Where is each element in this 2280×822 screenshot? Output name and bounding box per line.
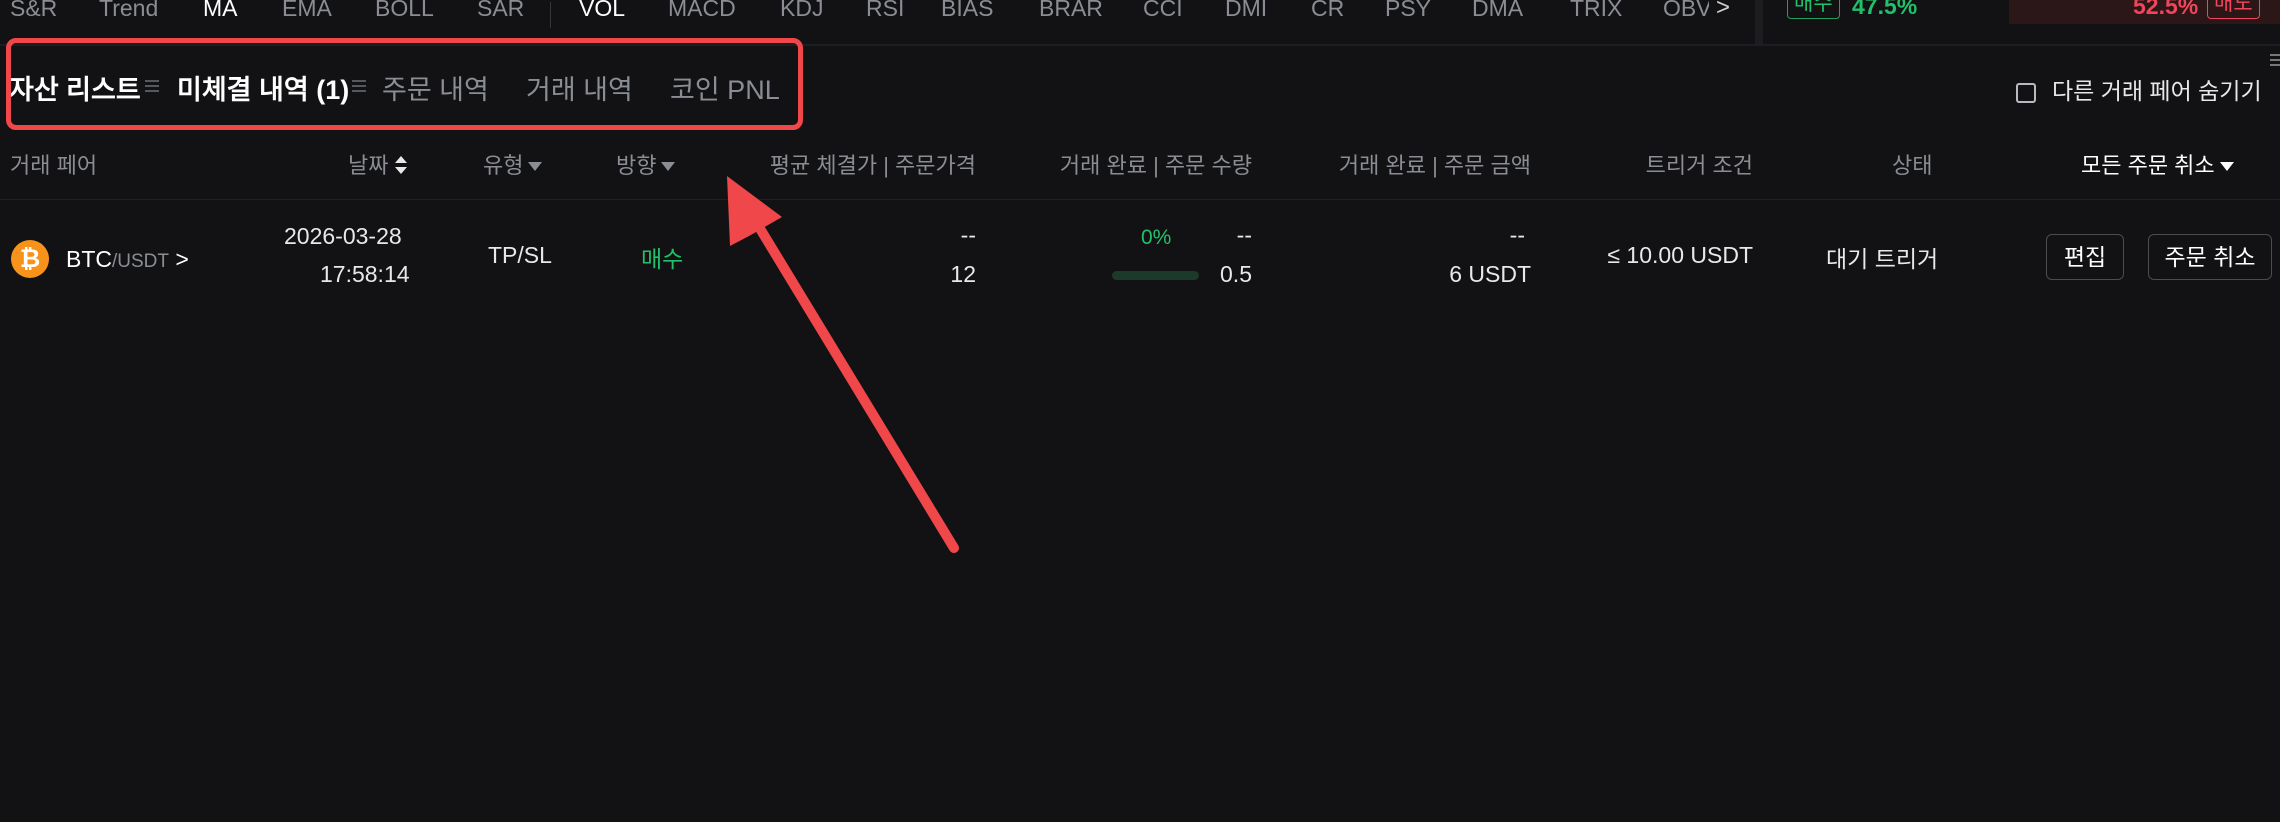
- filled-value: --: [1509, 222, 1525, 248]
- indicator-macd[interactable]: MACD: [668, 0, 736, 22]
- order-price: 12: [950, 261, 976, 287]
- order-quantity: 0.5: [1220, 261, 1252, 287]
- indicator-brar[interactable]: BRAR: [1039, 0, 1103, 22]
- trading-pair-link[interactable]: BTC/USDT >: [66, 246, 189, 273]
- indicator-dmi[interactable]: DMI: [1225, 0, 1267, 22]
- order-value: 6 USDT: [1449, 261, 1531, 287]
- column-header-trigger: 트리거 조건: [1645, 153, 1753, 178]
- edit-order-button[interactable]: 편집: [2046, 234, 2124, 280]
- column-header-type[interactable]: 유형: [483, 148, 543, 180]
- indicator-bias[interactable]: BIAS: [941, 0, 993, 22]
- trigger-condition: ≤ 10.00 USDT: [1607, 242, 1753, 268]
- indicator-bar: S&R Trend MA EMA BOLL SAR VOL MACD KDJ R…: [0, 0, 1755, 40]
- column-header-date-label: 날짜: [348, 153, 389, 178]
- cancel-order-button[interactable]: 주문 취소: [2148, 234, 2272, 280]
- indicator-ema[interactable]: EMA: [282, 0, 332, 22]
- indicator-kdj[interactable]: KDJ: [780, 0, 823, 22]
- hide-other-pairs-toggle[interactable]: 다른 거래 페어 숨기기: [2016, 72, 2262, 106]
- indicator-sar[interactable]: SAR: [477, 0, 524, 22]
- column-header-side[interactable]: 방향: [616, 148, 676, 180]
- indicator-scroll-right-icon[interactable]: >: [1716, 0, 1730, 22]
- indicator-sr[interactable]: S&R: [10, 0, 57, 22]
- indicator-cr[interactable]: CR: [1311, 0, 1344, 22]
- column-header-total: 거래 완료 | 주문 금액: [1338, 153, 1531, 178]
- indicator-trend[interactable]: Trend: [99, 0, 158, 22]
- order-type: TP/SL: [488, 242, 552, 268]
- avg-fill-price: --: [960, 222, 976, 248]
- column-header-pair: 거래 페어: [10, 153, 98, 178]
- filled-percent: 0%: [1141, 226, 1172, 249]
- buy-ratio-label: 매수: [1787, 0, 1840, 19]
- pair-base: BTC: [66, 246, 112, 272]
- pair-quote: /USDT: [112, 251, 169, 272]
- bitcoin-icon: ₿: [11, 240, 49, 278]
- table-header-divider: [0, 199, 2280, 200]
- order-status: 대기 트리거: [1826, 246, 1939, 272]
- sell-ratio-percent: 52.5%: [2133, 0, 2199, 19]
- chevron-right-icon: >: [175, 246, 189, 272]
- column-header-type-label: 유형: [483, 153, 524, 178]
- indicator-ma[interactable]: MA: [203, 0, 238, 22]
- chevron-down-icon: [528, 162, 543, 171]
- indicator-cci[interactable]: CCI: [1143, 0, 1183, 22]
- indicator-psy[interactable]: PSY: [1385, 0, 1431, 22]
- order-time: 17:58:14: [320, 261, 410, 287]
- order-side: 매수: [641, 246, 684, 272]
- buy-sell-ratio-bar: [1763, 0, 2280, 24]
- chevron-down-icon: [2219, 162, 2234, 171]
- sell-ratio-label: 매도: [2207, 0, 2260, 19]
- indicator-dma[interactable]: DMA: [1472, 0, 1523, 22]
- indicator-vol[interactable]: VOL: [579, 0, 625, 22]
- panel-divider: [1755, 0, 1763, 44]
- order-date: 2026-03-28: [284, 223, 402, 249]
- buy-ratio-percent: 47.5%: [1852, 0, 1918, 19]
- sort-icon: [395, 156, 408, 174]
- column-header-side-label: 방향: [616, 153, 657, 178]
- panel-menu-icon[interactable]: [2270, 54, 2280, 68]
- column-header-amount: 거래 완료 | 주문 수량: [1059, 153, 1252, 178]
- hide-other-pairs-checkbox[interactable]: [2016, 83, 2036, 103]
- cancel-all-orders-dropdown[interactable]: 모든 주문 취소: [2081, 148, 2234, 180]
- column-header-date[interactable]: 날짜: [348, 148, 408, 180]
- hide-other-pairs-label: 다른 거래 페어 숨기기: [2052, 78, 2262, 104]
- column-header-status: 상태: [1892, 153, 1933, 178]
- filled-quantity: --: [1236, 222, 1252, 248]
- cancel-all-orders-label: 모든 주문 취소: [2081, 153, 2215, 178]
- column-header-price: 평균 체결가 | 주문가격: [769, 153, 976, 178]
- chevron-down-icon: [661, 162, 676, 171]
- indicator-separator: [550, 2, 551, 28]
- indicator-rsi[interactable]: RSI: [866, 0, 904, 22]
- annotation-highlight-box: [6, 38, 803, 130]
- indicator-boll[interactable]: BOLL: [375, 0, 434, 22]
- indicator-trix[interactable]: TRIX: [1570, 0, 1622, 22]
- indicator-obv[interactable]: OBV: [1663, 0, 1709, 22]
